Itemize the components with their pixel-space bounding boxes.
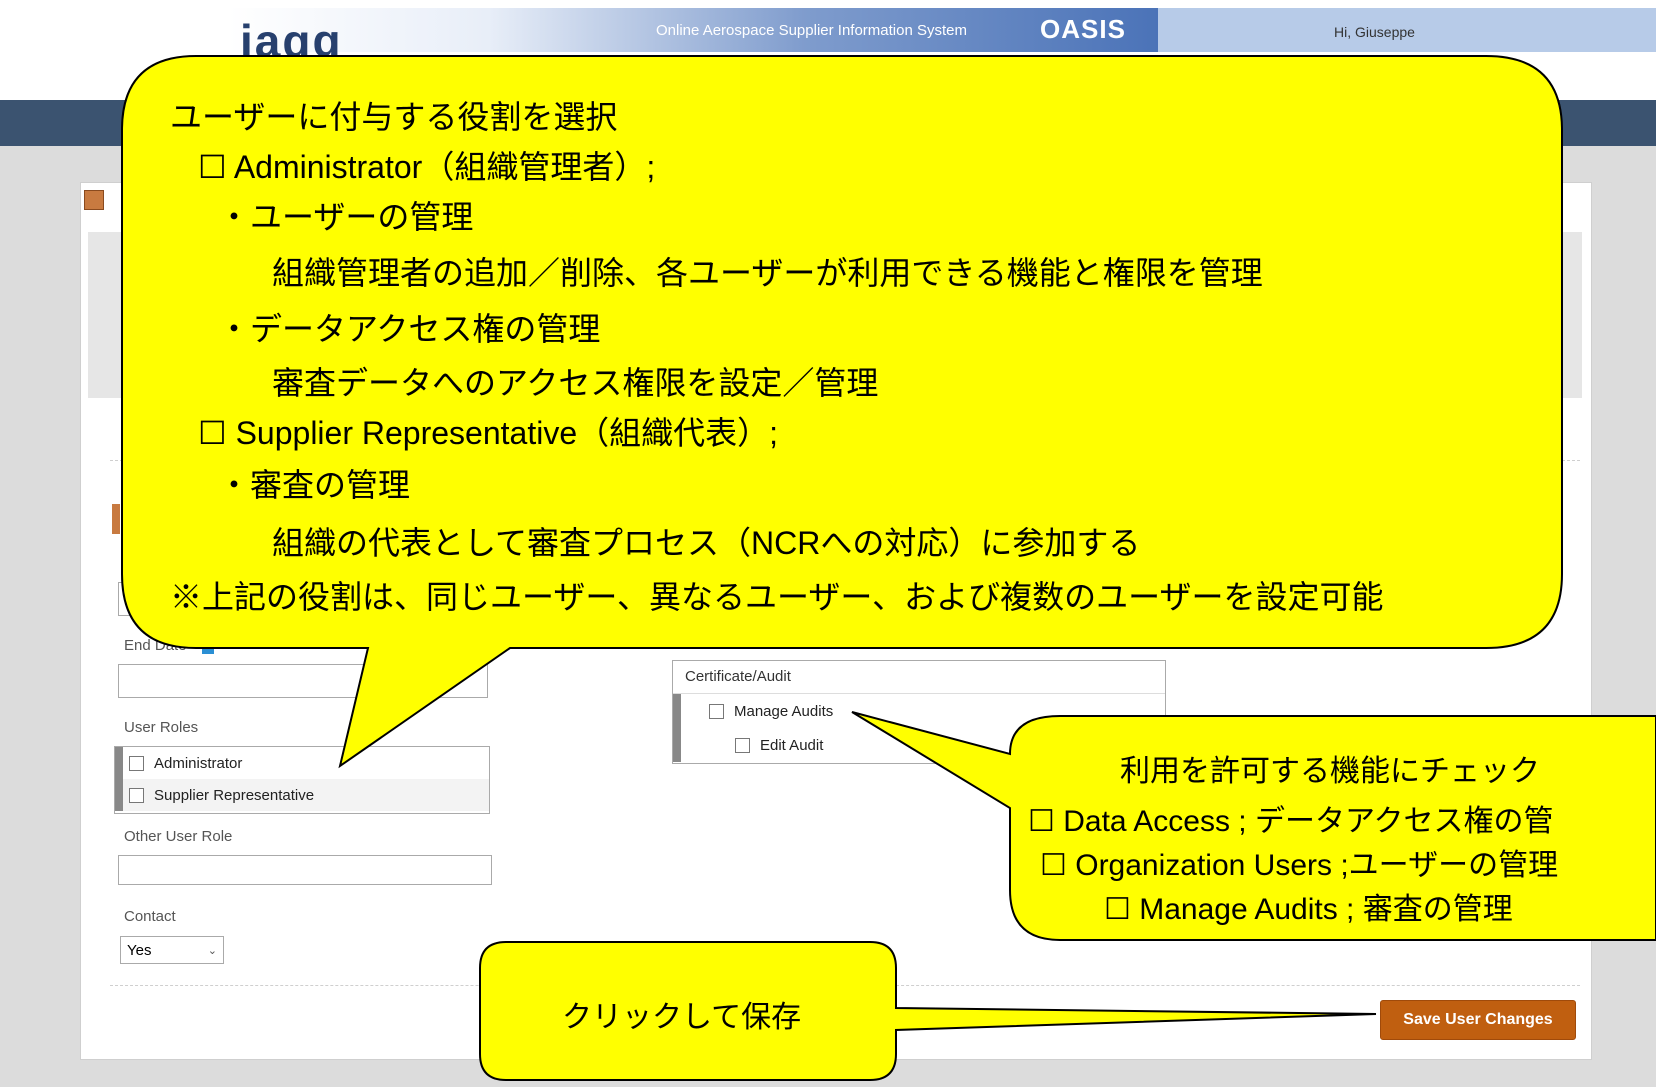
roles-callout-user-mgmt: ・ユーザーの管理 [218, 199, 474, 235]
functions-callout-manage-audits: ☐ Manage Audits ; 審査の管理 [1104, 893, 1513, 926]
roles-callout-data-access-desc: 審査データへのアクセス権限を設定／管理 [272, 365, 879, 401]
roles-callout-user-mgmt-desc: 組織管理者の追加／削除、各ユーザーが利用できる機能と権限を管理 [272, 255, 1263, 291]
roles-callout-supplier-rep: ☐ Supplier Representative（組織代表）; [198, 415, 779, 451]
roles-callout-title: ユーザーに付与する役割を選択 [170, 99, 618, 135]
roles-callout-note: ※上記の役割は、同じユーザー、異なるユーザー、および複数のユーザーを設定可能 [170, 579, 1384, 615]
roles-callout-audit-mgmt: ・審査の管理 [218, 467, 411, 503]
functions-callout-title: 利用を許可する機能にチェック [1120, 755, 1540, 788]
functions-callout-org-users: ☐ Organization Users ;ユーザーの管理 [1040, 849, 1559, 882]
roles-callout-admin: ☐ Administrator（組織管理者）; [198, 149, 656, 185]
roles-callout-audit-mgmt-desc: 組織の代表として審査プロセス（NCRへの対応）に参加する [272, 525, 1141, 561]
save-callout-text: クリックして保存 [562, 1001, 802, 1034]
functions-callout-data-access: ☐ Data Access ; データアクセス権の管 [1028, 805, 1554, 838]
roles-callout-data-access: ・データアクセス権の管理 [218, 311, 601, 347]
